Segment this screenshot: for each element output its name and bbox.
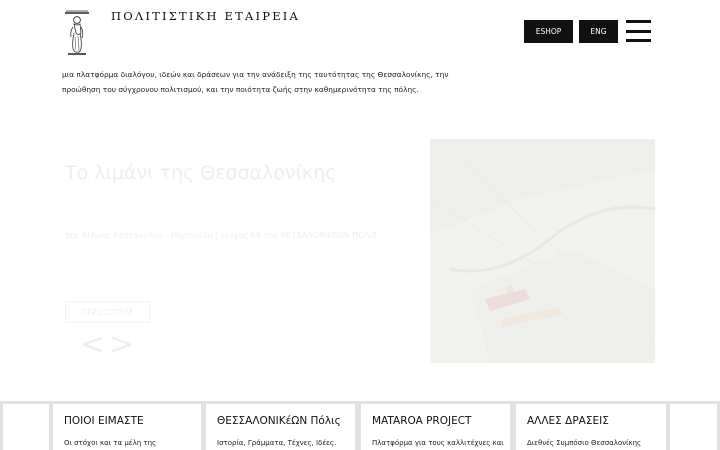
slide-caption: της Βίλμας Χαστάογλου - Μαρτινίδη | τεύχ… bbox=[65, 231, 378, 240]
card-text: Πλατφόρμα για τους καλλιτέχνες και bbox=[372, 439, 504, 447]
card-title: ΠΟΙΟΙ ΕΙΜΑΣΤΕ bbox=[64, 415, 144, 427]
read-more-button[interactable]: ΠΕΡΙΣΣΟΤΕΡΑ bbox=[65, 301, 150, 323]
caryatid-logo-icon[interactable] bbox=[62, 9, 92, 57]
page: ΠΟΛΙΤΙΣΤΙΚΗ ΕΤΑΙΡΕΙΑ ESHOP ENG μια πλατφ… bbox=[0, 0, 720, 450]
card-title: ΑΛΛΕΣ ΔΡΑΣΕΙΣ bbox=[527, 415, 609, 427]
card-other-actions[interactable]: ΑΛΛΕΣ ΔΡΑΣΕΙΣ Διεθνές Συμπόσιο Θεσσαλονί… bbox=[516, 404, 666, 450]
slider-prev-arrow[interactable]: < bbox=[80, 330, 105, 360]
hamburger-menu-icon[interactable] bbox=[626, 20, 651, 42]
card-text: Οι στόχοι και τα μέλη της bbox=[64, 439, 157, 447]
card-edge-right bbox=[670, 404, 717, 450]
intro-text: μια πλατφόρμα διαλόγου, ιδεών και δράσεω… bbox=[62, 68, 482, 97]
card-edge-left bbox=[3, 404, 49, 450]
language-eng-button[interactable]: ENG bbox=[579, 20, 618, 43]
eshop-button[interactable]: ESHOP bbox=[524, 20, 573, 43]
harbor-aerial-image bbox=[430, 139, 655, 363]
intro-line: μια πλατφόρμα διαλόγου, ιδεών και δράσεω… bbox=[62, 70, 449, 79]
card-text: Διεθνές Συμπόσιο Θεσσαλονίκης bbox=[527, 439, 642, 447]
card-thessalonikeon-polis[interactable]: ΘΕΣΣΑΛΟΝΙΚέΩΝ Πόλις Ιστορία, Γράμματα, Τ… bbox=[206, 404, 355, 450]
intro-line: προώθηση του σύγχρονου πολιτισμού, και τ… bbox=[62, 84, 419, 94]
brand-name[interactable]: ΠΟΛΙΤΙΣΤΙΚΗ ΕΤΑΙΡΕΙΑ bbox=[111, 9, 300, 23]
slider-next-arrow[interactable]: > bbox=[109, 330, 134, 360]
card-text: Ιστορία, Γράμματα, Τέχνες, Ιδέες. bbox=[217, 439, 337, 447]
slide-title: Το λιμάνι της Θεσσαλονίκης bbox=[65, 162, 337, 184]
card-who-we-are[interactable]: ΠΟΙΟΙ ΕΙΜΑΣΤΕ Οι στόχοι και τα μέλη της bbox=[53, 404, 201, 450]
card-mataroa-project[interactable]: MATAROA PROJECT Πλατφόρμα για τους καλλι… bbox=[361, 404, 510, 450]
card-title: MATAROA PROJECT bbox=[372, 415, 472, 427]
card-title: ΘΕΣΣΑΛΟΝΙΚέΩΝ Πόλις bbox=[217, 415, 341, 427]
